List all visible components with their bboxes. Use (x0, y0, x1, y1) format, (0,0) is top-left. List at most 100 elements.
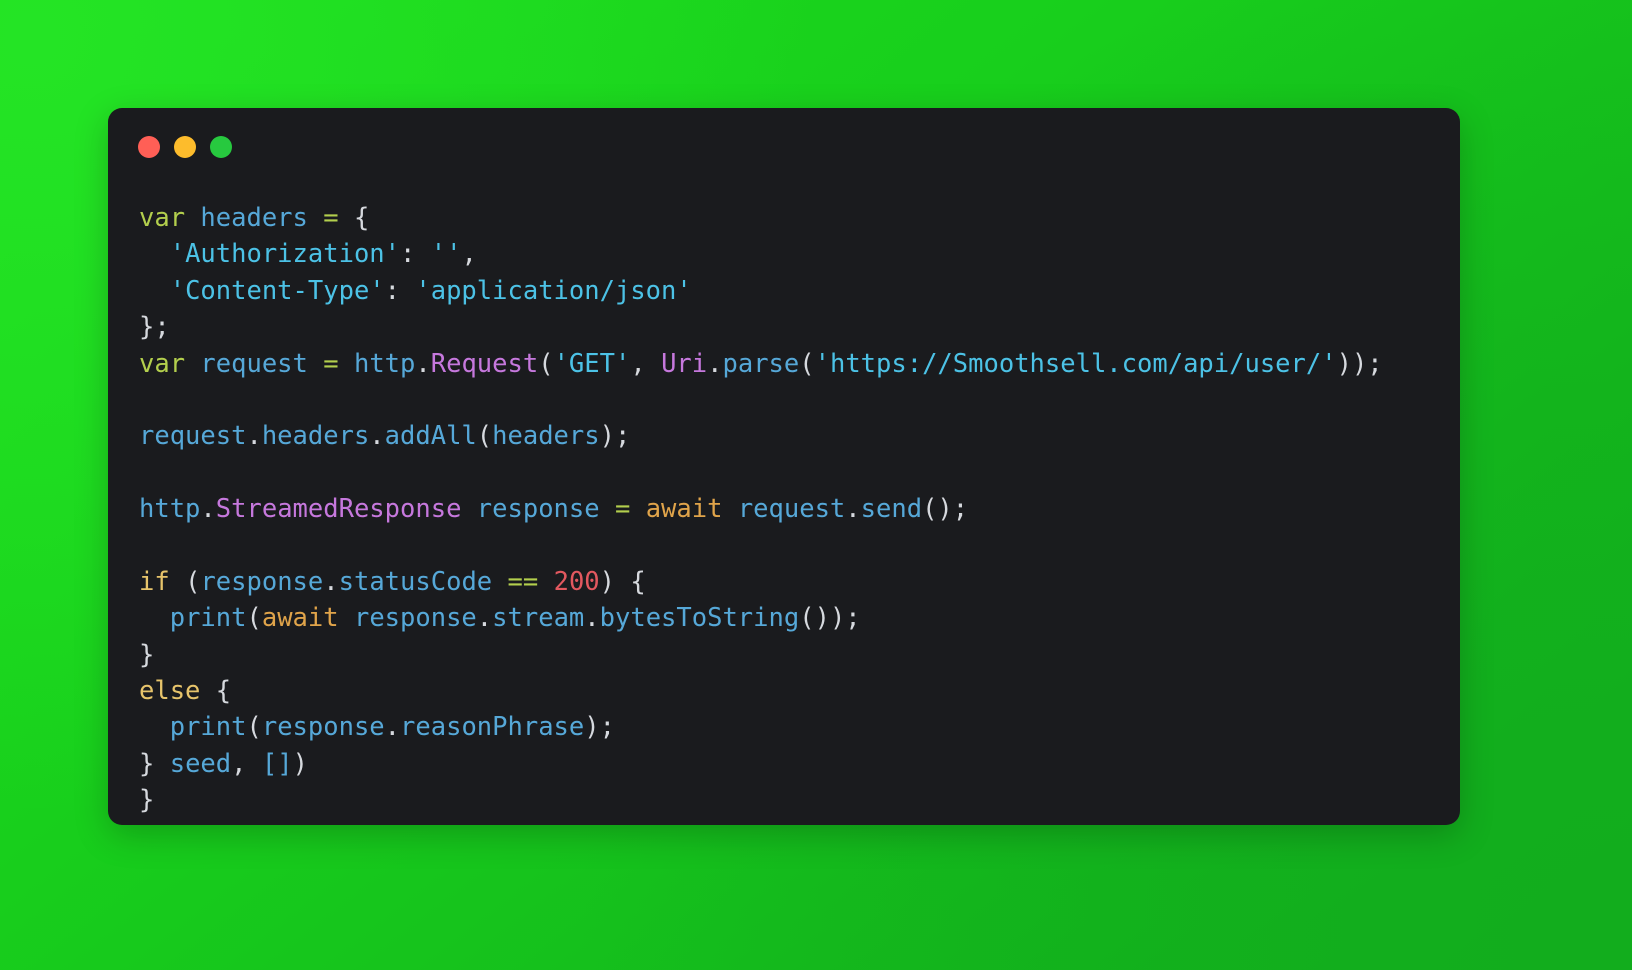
token-streamed-response-class: StreamedResponse (215, 494, 462, 525)
token-response-identifier-4: response (261, 712, 385, 743)
token-comma-3: , (231, 748, 247, 779)
token-content-type-value: 'application/json' (415, 275, 692, 306)
code-line-9: http.StreamedResponse response = await r… (139, 491, 1460, 527)
token-http-identifier-2: http (139, 494, 201, 525)
token-reason-phrase-member: reasonPhrase (400, 712, 585, 743)
token-uri-class: Uri (661, 348, 708, 379)
token-dot-4: . (369, 421, 385, 452)
code-line-4: }; (139, 309, 1460, 345)
code-line-12: print(await response.stream.bytesToStrin… (139, 600, 1460, 636)
token-headers-member: headers (261, 421, 370, 452)
close-window-icon[interactable] (138, 136, 160, 158)
code-line-8-blank (139, 455, 1460, 491)
token-headers-identifier: headers (200, 203, 308, 233)
token-request-identifier-3: request (737, 494, 846, 525)
token-dot-10: . (384, 712, 401, 743)
token-close-brace-2: } (139, 748, 155, 779)
token-request-identifier-2: request (139, 421, 247, 452)
token-response-identifier-3: response (353, 603, 477, 634)
token-paren-close-semi-1: ); (599, 421, 631, 452)
token-comma-2: , (630, 348, 646, 379)
token-comma-1: , (461, 239, 477, 270)
token-colon-2: : (384, 275, 401, 306)
token-authorization-key: 'Authorization' (169, 239, 401, 270)
token-await-keyword: await (645, 494, 723, 525)
token-if-keyword: if (139, 566, 170, 597)
token-open-brace: { (353, 203, 370, 233)
token-var-keyword-2: var (139, 348, 186, 379)
code-line-7: request.headers.addAll(headers); (139, 418, 1460, 454)
token-close-parens-semi: )); (1336, 348, 1383, 379)
token-empty-array: [] (261, 748, 293, 779)
token-colon-1: : (400, 239, 416, 270)
token-headers-argument: headers (492, 421, 600, 452)
token-paren-5: ( (246, 603, 262, 634)
token-stream-member: stream (492, 603, 585, 634)
token-authorization-value: '' (430, 239, 462, 270)
token-get-method-string: 'GET' (553, 348, 631, 379)
code-line-13: } (139, 637, 1460, 673)
token-paren-6: ( (246, 712, 262, 743)
token-dot-6: . (845, 494, 861, 525)
token-print-function: print (169, 603, 247, 634)
code-line-14: else { (139, 673, 1460, 709)
token-assign-operator: = (323, 203, 339, 233)
token-empty-parens-semi: (); (922, 494, 969, 525)
code-line-17: } (139, 782, 1460, 818)
token-close-brace-3: } (139, 785, 155, 816)
token-request-identifier: request (200, 348, 308, 379)
window-titlebar (108, 108, 1460, 186)
token-print-function-2: print (169, 712, 247, 743)
token-dot-3: . (246, 421, 262, 452)
token-200-literal: 200 (553, 566, 600, 597)
traffic-light-dots (138, 136, 232, 158)
token-url-literal: 'https://Smoothsell.com/api/user/' (814, 348, 1337, 379)
token-assign-operator-2: = (323, 348, 339, 379)
code-line-2: 'Authorization': '', (139, 236, 1460, 272)
token-paren-close-semi-2: ()); (799, 603, 861, 634)
code-content-area[interactable]: var headers = { 'Authorization': '', 'Co… (108, 186, 1460, 825)
token-paren-3: ( (476, 421, 493, 452)
token-response-identifier-2: response (200, 566, 324, 597)
token-paren-close-semi-3: ); (584, 712, 615, 743)
token-paren-close-brace: ) { (599, 566, 646, 597)
token-var-keyword: var (139, 203, 186, 233)
maximize-window-icon[interactable] (210, 136, 232, 158)
token-dot-5: . (200, 494, 216, 525)
token-equality-operator: == (507, 566, 539, 597)
token-addall-method: addAll (384, 421, 477, 452)
code-line-10-blank (139, 528, 1460, 564)
token-parse-method: parse (722, 348, 800, 379)
token-open-brace-2: { (215, 676, 232, 707)
code-line-6-blank (139, 382, 1460, 418)
token-response-identifier: response (476, 494, 600, 525)
token-send-method: send (860, 494, 923, 525)
token-close-brace-1: } (139, 639, 155, 670)
token-dot-9: . (584, 603, 600, 634)
token-status-code-member: statusCode (338, 566, 493, 597)
token-else-keyword: else (139, 676, 201, 707)
token-paren-2: ( (799, 348, 815, 379)
token-seed-identifier: seed (169, 748, 232, 779)
screenshot-stage: var headers = { 'Authorization': '', 'Co… (0, 0, 1632, 970)
code-line-1: var headers = { (139, 200, 1460, 236)
token-paren-close-1: ) (292, 748, 308, 779)
token-paren-1: ( (538, 348, 554, 379)
code-line-11: if (response.statusCode == 200) { (139, 564, 1460, 600)
token-http-identifier: http (353, 348, 416, 379)
token-dot-8: . (476, 603, 493, 634)
token-request-class: Request (430, 348, 539, 379)
code-line-15: print(response.reasonPhrase); (139, 709, 1460, 745)
token-dot-7: . (323, 566, 339, 597)
code-window-card: var headers = { 'Authorization': '', 'Co… (108, 108, 1460, 825)
token-await-keyword-2: await (261, 603, 339, 634)
code-line-5: var request = http.Request('GET', Uri.pa… (139, 346, 1460, 382)
code-block: var headers = { 'Authorization': '', 'Co… (139, 200, 1460, 819)
minimize-window-icon[interactable] (174, 136, 196, 158)
token-assign-operator-3: = (614, 494, 631, 525)
code-line-3: 'Content-Type': 'application/json' (139, 273, 1460, 309)
token-dot-2: . (707, 348, 723, 379)
code-line-16: } seed, []) (139, 746, 1460, 782)
token-paren-4: ( (185, 566, 201, 597)
token-close-brace-semi: }; (139, 312, 170, 343)
